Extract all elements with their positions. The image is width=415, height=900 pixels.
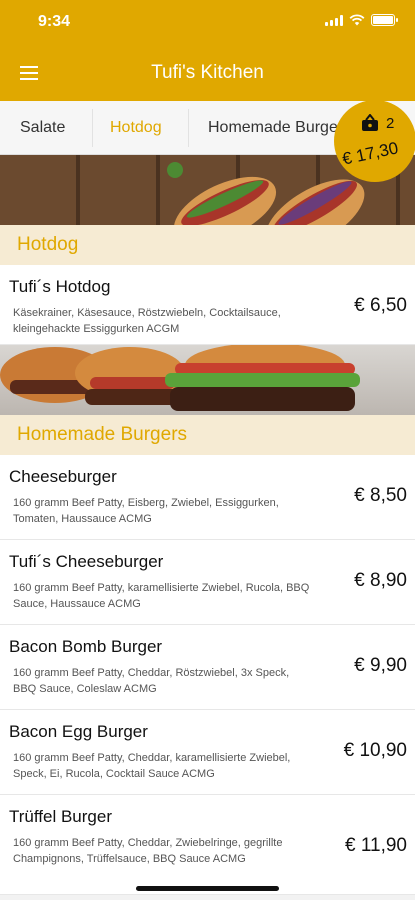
item-price: € 8,50	[354, 485, 407, 506]
item-name: Bacon Bomb Burger	[9, 637, 163, 656]
item-price: € 8,90	[354, 570, 407, 591]
section-header-hotdog: Hotdog	[0, 225, 415, 265]
item-name: Tufi´s Hotdog	[9, 277, 111, 296]
status-bar: 9:34	[0, 0, 415, 44]
item-name: Trüffel Burger	[9, 807, 112, 826]
status-icons	[325, 14, 398, 26]
wifi-icon	[349, 14, 365, 26]
cart-total: € 17,30	[340, 138, 400, 169]
burger-banner-image	[0, 345, 415, 415]
tab-hotdog[interactable]: Hotdog	[110, 101, 162, 154]
menu-item[interactable]: Tufi´s Hotdog Käsekrainer, Käsesauce, Rö…	[0, 265, 415, 345]
item-price: € 11,90	[345, 835, 407, 856]
menu-item[interactable]: Trüffel Burger 160 gramm Beef Patty, Che…	[0, 795, 415, 895]
item-description: 160 gramm Beef Patty, Eisberg, Zwiebel, …	[13, 497, 279, 525]
cart-count: 2	[386, 114, 395, 132]
item-price: € 6,50	[354, 295, 407, 316]
menu-item[interactable]: Bacon Egg Burger 160 gramm Beef Patty, C…	[0, 710, 415, 795]
status-time: 9:34	[38, 13, 71, 30]
item-name: Bacon Egg Burger	[9, 722, 148, 741]
app-header: 9:34 Tufi's Kitchen	[0, 0, 415, 101]
item-description: 160 gramm Beef Patty, karamellisierte Zw…	[13, 582, 310, 610]
tab-divider	[188, 109, 189, 147]
item-description: 160 gramm Beef Patty, Cheddar, karamelli…	[13, 752, 291, 780]
section-header-burgers: Homemade Burgers	[0, 415, 415, 455]
item-description: 160 gramm Beef Patty, Cheddar, Röstzwieb…	[13, 667, 290, 695]
cellular-signal-icon	[325, 14, 343, 26]
battery-icon	[371, 14, 398, 26]
item-description: Käsekrainer, Käsesauce, Röstzwiebeln, Co…	[13, 307, 281, 335]
tab-homemade-burgers[interactable]: Homemade Burgers	[208, 101, 351, 154]
item-price: € 10,90	[343, 740, 407, 761]
home-indicator[interactable]	[136, 886, 279, 891]
cart-count-group: 2	[360, 114, 394, 132]
cart-button[interactable]: 2 € 17,30	[334, 100, 415, 182]
item-price: € 9,90	[354, 655, 407, 676]
menu-item[interactable]: Cheeseburger 160 gramm Beef Patty, Eisbe…	[0, 455, 415, 540]
tab-salate[interactable]: Salate	[20, 101, 65, 154]
menu-item[interactable]: Bacon Bomb Burger 160 gramm Beef Patty, …	[0, 625, 415, 710]
shopping-basket-icon	[362, 114, 378, 131]
item-name: Cheeseburger	[9, 467, 117, 486]
menu-item[interactable]: Tufi´s Cheeseburger 160 gramm Beef Patty…	[0, 540, 415, 625]
page-title: Tufi's Kitchen	[151, 62, 264, 83]
item-name: Tufi´s Cheeseburger	[9, 552, 164, 571]
tab-divider	[92, 109, 93, 147]
item-description: 160 gramm Beef Patty, Cheddar, Zwiebelri…	[13, 837, 283, 865]
